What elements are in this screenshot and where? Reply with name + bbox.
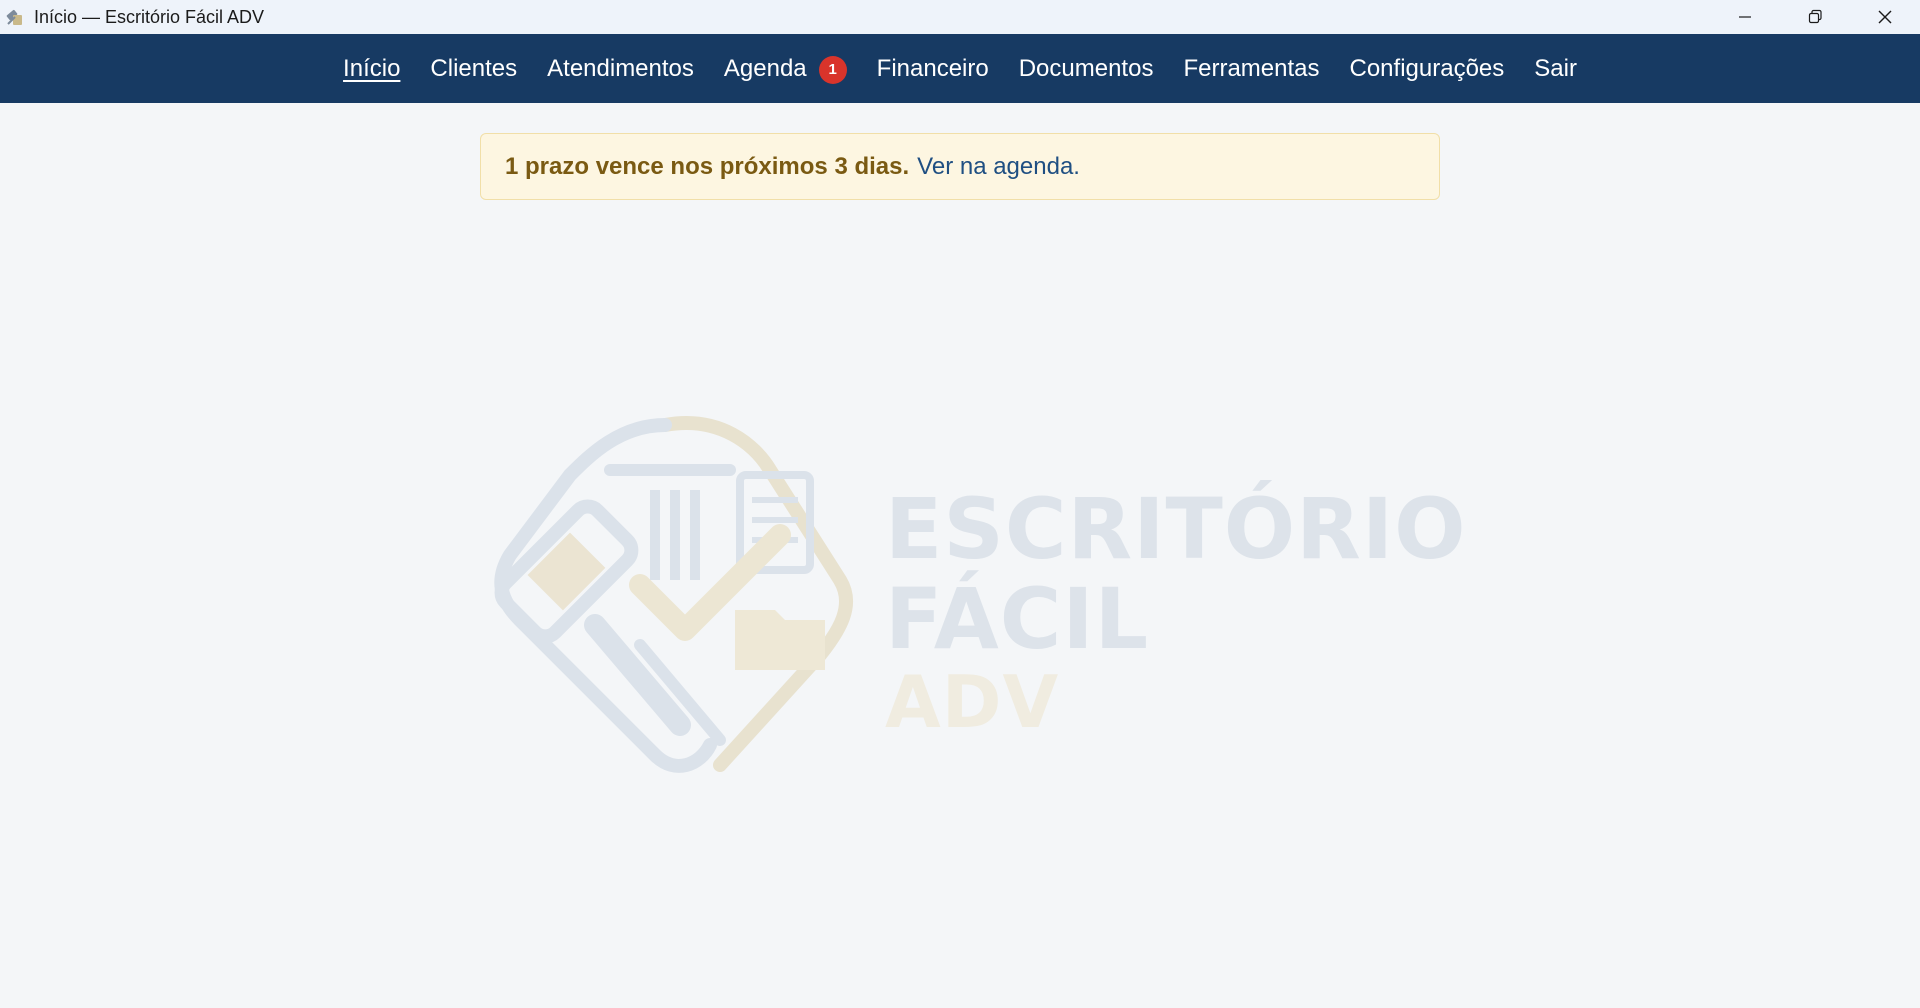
- nav-item-configuracoes[interactable]: Configurações: [1350, 55, 1505, 83]
- watermark-line-3: ADV: [885, 660, 1060, 744]
- nav-item-atendimentos[interactable]: Atendimentos: [547, 55, 694, 83]
- restore-button[interactable]: [1780, 0, 1850, 34]
- minimize-icon: [1739, 16, 1751, 18]
- main-navbar: Início Clientes Atendimentos Agenda 1 Fi…: [0, 34, 1920, 103]
- nav-label: Financeiro: [876, 54, 989, 82]
- close-button[interactable]: [1850, 0, 1920, 34]
- nav-label: Configurações: [1349, 54, 1505, 82]
- close-icon: [1878, 10, 1892, 24]
- nav-item-financeiro[interactable]: Financeiro: [877, 55, 989, 83]
- watermark-logo: ESCRITÓRIO FÁCIL ADV: [490, 415, 1466, 775]
- gavel-law-emblem-icon: [494, 416, 854, 773]
- view-agenda-link[interactable]: Ver na agenda.: [917, 153, 1080, 181]
- watermark-line-1: ESCRITÓRIO: [885, 480, 1467, 578]
- nav-item-clientes[interactable]: Clientes: [430, 55, 517, 83]
- nav-label: Sair: [1534, 54, 1577, 82]
- nav-label: Ferramentas: [1183, 54, 1320, 82]
- nav-label: Agenda: [723, 54, 807, 82]
- nav-label: Atendimentos: [547, 54, 694, 82]
- nav-item-documentos[interactable]: Documentos: [1019, 55, 1154, 83]
- nav-item-ferramentas[interactable]: Ferramentas: [1183, 55, 1319, 83]
- watermark-line-2: FÁCIL: [885, 570, 1150, 668]
- minimize-button[interactable]: [1710, 0, 1780, 34]
- nav-label: Documentos: [1018, 54, 1154, 82]
- window-title: Início — Escritório Fácil ADV: [34, 6, 265, 27]
- agenda-count-badge: 1: [818, 55, 847, 84]
- nav-item-inicio[interactable]: Início: [343, 55, 400, 83]
- window-titlebar: Início — Escritório Fácil ADV: [0, 0, 1920, 34]
- deadline-alert: 1 prazo vence nos próximos 3 dias. Ver n…: [480, 133, 1440, 200]
- nav-label: Início: [343, 54, 401, 82]
- nav-item-agenda[interactable]: Agenda 1: [724, 54, 847, 84]
- restore-icon: [1808, 9, 1822, 24]
- nav-item-sair[interactable]: Sair: [1534, 55, 1577, 83]
- window-controls: [1710, 0, 1920, 34]
- alert-message: 1 prazo vence nos próximos 3 dias.: [505, 152, 910, 180]
- scales-logo-icon: [4, 6, 26, 28]
- nav-label: Clientes: [430, 54, 518, 82]
